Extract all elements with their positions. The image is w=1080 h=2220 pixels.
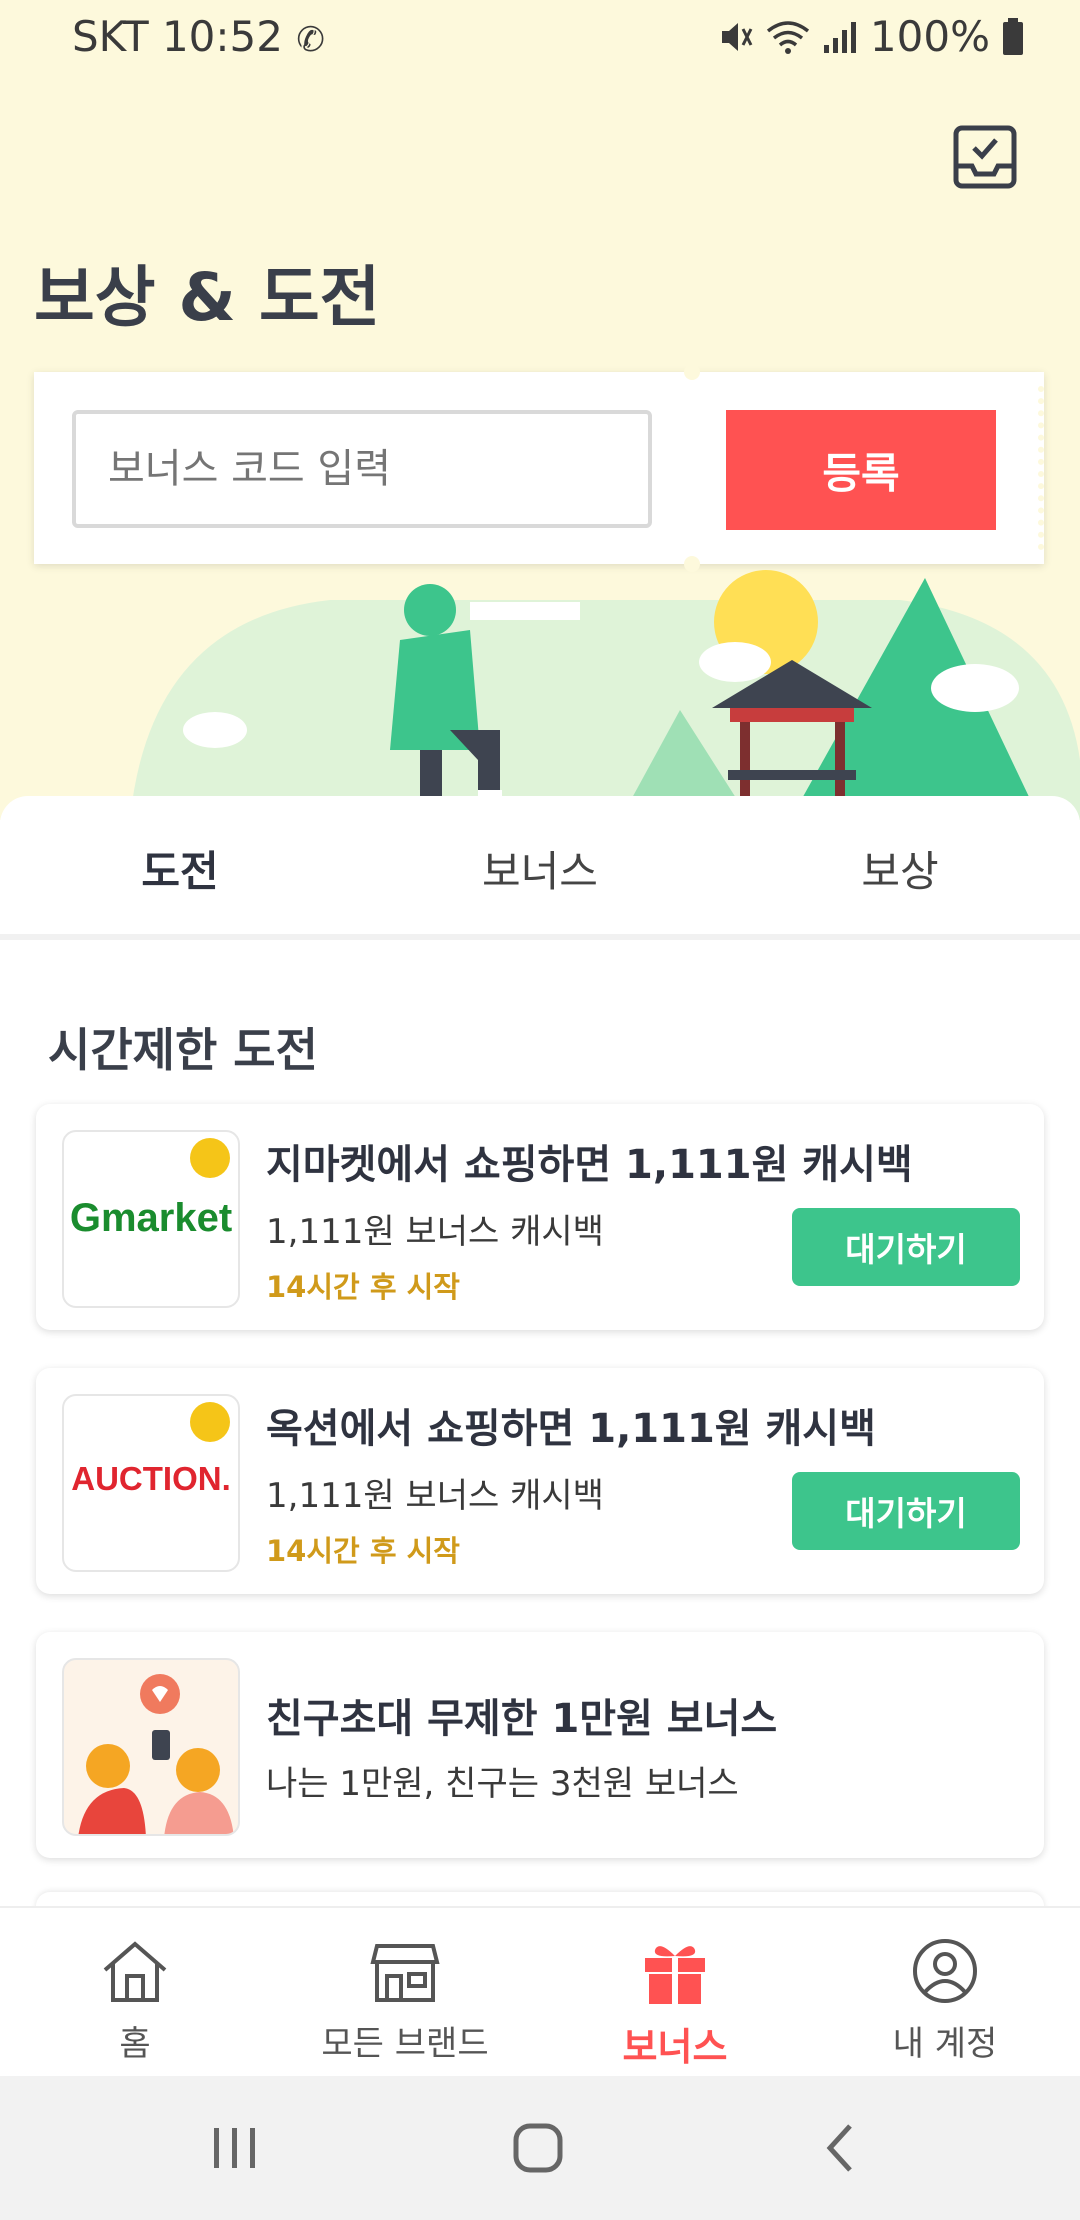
gmarket-logo: Gmarket	[62, 1130, 240, 1308]
nav-label: 내 계정	[892, 2024, 998, 2064]
card-title: 지마켓에서 쇼핑하면 1,111원 캐시백	[266, 1142, 913, 1188]
battery-percent: 100%	[869, 12, 990, 61]
wait-button[interactable]: 대기하기	[792, 1472, 1020, 1550]
nav-all-brands[interactable]: 모든 브랜드	[270, 1908, 540, 2076]
nav-label: 모든 브랜드	[321, 2024, 489, 2064]
tab-bonus[interactable]: 보너스	[360, 796, 720, 940]
hero-illustration	[0, 560, 1080, 820]
tab-divider	[0, 934, 1080, 940]
challenge-card[interactable]: 친구초대 무제한 1만원 보너스 나는 1만원, 친구는 3천원 보너스	[36, 1632, 1044, 1858]
big-smile-day-badge	[190, 1138, 230, 1178]
card-title: 친구초대 무제한 1만원 보너스	[266, 1696, 778, 1742]
nav-home[interactable]: 홈	[0, 1908, 270, 2076]
friend-invite-illustration	[62, 1658, 240, 1836]
inbox-check-icon[interactable]	[950, 122, 1020, 192]
wait-button[interactable]: 대기하기	[792, 1208, 1020, 1286]
big-smile-day-badge	[190, 1402, 230, 1442]
page-title: 보상 & 도전	[34, 259, 381, 336]
nav-my-account[interactable]: 내 계정	[810, 1908, 1080, 2076]
bonus-code-coupon: 등록	[34, 364, 1044, 572]
store-icon	[370, 1944, 440, 2002]
back-icon[interactable]	[806, 2116, 876, 2180]
register-button[interactable]: 등록	[726, 410, 996, 530]
nav-label: 홈	[119, 2024, 151, 2064]
account-icon	[913, 1939, 977, 2003]
status-bar: SKT 10:52 ✆ 100%	[0, 0, 1080, 80]
tab-bar: 도전 보너스 보상	[0, 796, 1080, 940]
nav-bonus[interactable]: 보너스	[540, 1908, 810, 2076]
home-button-icon[interactable]	[503, 2116, 573, 2180]
challenge-card[interactable]: AUCTION. 옥션에서 쇼핑하면 1,111원 캐시백 1,111원 보너스…	[36, 1368, 1044, 1594]
signal-icon	[823, 21, 856, 53]
bonus-code-input[interactable]	[72, 410, 652, 528]
challenge-card[interactable]: Gmarket 지마켓에서 쇼핑하면 1,111원 캐시백 1,111원 보너스…	[36, 1104, 1044, 1330]
tab-rewards[interactable]: 보상	[720, 796, 1080, 940]
card-start-time: 14시간 후 시작	[266, 1270, 460, 1304]
home-icon	[103, 1941, 167, 2002]
wifi-icon	[766, 20, 810, 54]
card-start-time: 14시간 후 시작	[266, 1534, 460, 1568]
card-subtitle: 1,111원 보너스 캐시백	[266, 1212, 604, 1252]
call-icon: ✆	[296, 20, 325, 60]
card-subtitle: 나는 1만원, 친구는 3천원 보너스	[266, 1764, 739, 1804]
status-carrier-time: SKT 10:52	[72, 12, 283, 61]
section-title: 시간제한 도전	[48, 1023, 318, 1077]
card-title: 옥션에서 쇼핑하면 1,111원 캐시백	[266, 1406, 876, 1452]
battery-icon	[1003, 17, 1023, 55]
bottom-nav: 홈 모든 브랜드 보너스 내 계정	[0, 1906, 1080, 2076]
nav-label: 보너스	[622, 2025, 728, 2069]
auction-logo: AUCTION.	[62, 1394, 240, 1572]
recent-apps-icon[interactable]	[200, 2116, 270, 2180]
mute-icon	[721, 22, 753, 51]
tab-challenge[interactable]: 도전	[0, 796, 360, 940]
card-subtitle: 1,111원 보너스 캐시백	[266, 1476, 604, 1516]
system-nav-bar	[0, 2076, 1080, 2220]
gift-icon	[645, 1946, 705, 2004]
